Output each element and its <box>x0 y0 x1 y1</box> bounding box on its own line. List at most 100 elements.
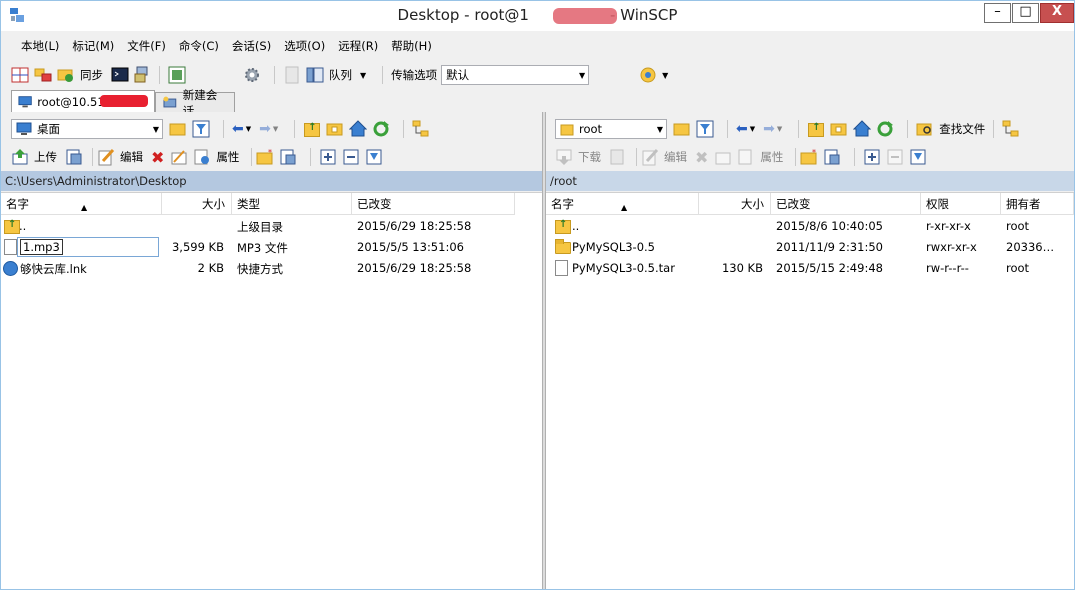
sync-button-label[interactable]: 同步 <box>80 67 103 83</box>
synchronize-browse-icon[interactable] <box>34 66 52 84</box>
tree-view-icon[interactable] <box>412 120 430 138</box>
computer-icon <box>18 95 32 107</box>
minimize-button[interactable]: – <box>984 3 1011 23</box>
table-row[interactable]: PyMySQL3-0.5.tar 130 KB 2015/5/15 2:49:4… <box>546 258 1074 279</box>
close-button[interactable]: X <box>1040 3 1074 23</box>
parent-directory-icon[interactable] <box>303 120 321 138</box>
chevron-down-icon[interactable]: ▼ <box>750 125 755 133</box>
edit-button-label[interactable]: 编辑 <box>120 149 143 165</box>
menu-mark[interactable]: 标记(M) <box>64 35 119 57</box>
terminal-icon[interactable] <box>111 66 129 84</box>
queue-icon[interactable] <box>306 66 324 84</box>
root-directory-icon[interactable] <box>830 120 848 138</box>
tree-view-icon[interactable] <box>1002 120 1020 138</box>
select-plus-icon[interactable] <box>319 148 337 166</box>
properties-button-label[interactable]: 属性 <box>216 149 239 165</box>
filter-select-icon[interactable] <box>909 148 927 166</box>
back-arrow-icon[interactable]: ⬅ <box>232 121 244 137</box>
upload-options-icon[interactable] <box>65 148 83 166</box>
find-files-icon[interactable] <box>916 120 934 138</box>
find-files-button-label[interactable]: 查找文件 <box>939 121 985 137</box>
putty-icon[interactable] <box>134 66 152 84</box>
local-file-list[interactable]: 名字 ▲ 大小 类型 已改变 .. 上级目录 2015/6/29 18:25:5… <box>1 192 542 589</box>
column-header-rights[interactable]: 权限 <box>921 193 1001 215</box>
remote-path-bar[interactable]: /root <box>546 171 1074 191</box>
tab-new-session[interactable]: 新建会话 <box>155 88 235 118</box>
column-header-changed[interactable]: 已改变 <box>352 193 515 215</box>
column-header-type[interactable]: 类型 <box>232 193 352 215</box>
open-folder-icon[interactable] <box>673 120 691 138</box>
menu-session[interactable]: 会话(S) <box>224 35 276 57</box>
upload-icon[interactable] <box>11 148 29 166</box>
column-header-name[interactable]: 名字 ▲ <box>1 193 162 215</box>
rename-icon[interactable] <box>170 148 188 166</box>
chevron-down-icon: ▼ <box>272 125 279 133</box>
maximize-button[interactable]: □ <box>1012 3 1039 23</box>
menu-options[interactable]: 选项(O) <box>276 35 330 57</box>
menu-commands[interactable]: 命令(C) <box>171 35 224 57</box>
table-row[interactable]: 够快云库.lnk 2 KB 快捷方式 2015/6/29 18:25:58 <box>1 258 542 279</box>
session-tabs: root@10.51 5 新建会话 <box>11 88 235 118</box>
column-header-name-label: 名字 <box>551 197 574 211</box>
remote-location-dropdown[interactable]: root ▼ <box>555 119 667 139</box>
select-plus-icon[interactable] <box>863 148 881 166</box>
table-row[interactable]: .. 2015/8/6 10:40:05 r-xr-xr-x root <box>546 216 1074 237</box>
copy-path-icon[interactable] <box>823 148 841 166</box>
chevron-down-icon[interactable]: ▼ <box>360 71 366 80</box>
open-folder-icon[interactable] <box>169 120 187 138</box>
properties-icon[interactable] <box>193 148 211 166</box>
filter-select-icon[interactable] <box>365 148 383 166</box>
file-changed: 2011/11/9 2:31:50 <box>776 240 883 254</box>
refresh-icon[interactable] <box>876 120 894 138</box>
chevron-down-icon[interactable]: ▼ <box>246 125 251 133</box>
new-folder-icon[interactable]: * <box>256 148 274 166</box>
copy-path-icon[interactable] <box>279 148 297 166</box>
delete-icon[interactable]: ✖ <box>151 148 164 167</box>
new-folder-icon[interactable]: * <box>800 148 818 166</box>
local-path-bar[interactable]: C:\Users\Administrator\Desktop <box>1 171 542 191</box>
queue-button-label[interactable]: 队列 <box>329 67 352 83</box>
home-icon[interactable] <box>853 120 872 138</box>
root-directory-icon[interactable] <box>326 120 344 138</box>
menu-local[interactable]: 本地(L) <box>13 35 64 57</box>
column-header-owner[interactable]: 拥有者 <box>1001 193 1074 215</box>
home-icon[interactable] <box>349 120 368 138</box>
local-location-dropdown[interactable]: 桌面 ▼ <box>11 119 163 139</box>
queue-item-icon <box>285 66 299 84</box>
filter-icon[interactable] <box>696 120 714 138</box>
file-size: 130 KB <box>721 261 763 275</box>
edit-pencil-icon[interactable] <box>97 148 115 166</box>
sync-icon[interactable] <box>57 66 75 84</box>
menu-remote[interactable]: 远程(R) <box>330 35 383 57</box>
column-header-size[interactable]: 大小 <box>699 193 771 215</box>
back-arrow-icon[interactable]: ⬅ <box>736 121 748 137</box>
file-rights: r-xr-xr-x <box>926 219 971 233</box>
column-header-name[interactable]: 名字 ▲ <box>546 193 699 215</box>
menu-files[interactable]: 文件(F) <box>119 35 171 57</box>
table-row[interactable]: 1.mp3 3,599 KB MP3 文件 2015/5/5 13:51:06 <box>1 237 542 258</box>
unselect-minus-icon[interactable] <box>342 148 360 166</box>
column-header-size[interactable]: 大小 <box>162 193 232 215</box>
upload-button-label[interactable]: 上传 <box>34 149 57 165</box>
queue-list-icon[interactable] <box>168 66 186 84</box>
filter-icon[interactable] <box>192 120 210 138</box>
rename-input[interactable]: 1.mp3 <box>17 237 159 257</box>
tab-session[interactable]: root@10.51 5 <box>11 90 155 112</box>
compare-icon[interactable] <box>11 66 29 84</box>
file-name[interactable]: 1.mp3 <box>20 239 63 255</box>
table-row[interactable]: PyMySQL3-0.5 2011/11/9 2:31:50 rwxr-xr-x… <box>546 237 1074 258</box>
parent-folder-icon <box>554 217 571 234</box>
remote-file-list[interactable]: 名字 ▲ 大小 已改变 权限 拥有者 .. 2015/8/6 10:40:05 … <box>546 192 1074 589</box>
table-row[interactable]: .. 上级目录 2015/6/29 18:25:58 <box>1 216 542 237</box>
preferences-gear-icon[interactable] <box>243 66 261 84</box>
chevron-down-icon[interactable]: ▼ <box>662 71 668 80</box>
transfer-settings-icon[interactable] <box>639 66 657 84</box>
menu-help[interactable]: 帮助(H) <box>383 35 437 57</box>
download-button-label: 下载 <box>578 150 601 164</box>
refresh-icon[interactable] <box>372 120 390 138</box>
forward-arrow-icon: ➡ <box>763 121 775 137</box>
column-header-changed[interactable]: 已改变 <box>771 193 921 215</box>
chevron-down-icon: ▼ <box>579 71 586 80</box>
parent-directory-icon[interactable] <box>807 120 825 138</box>
transfer-settings-dropdown[interactable]: 默认 ▼ <box>441 65 590 85</box>
